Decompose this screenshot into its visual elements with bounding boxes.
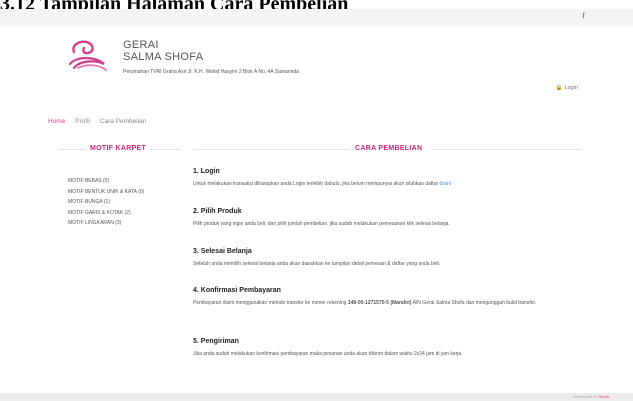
step-login: 1. Login Untuk melakukan transaksi dihar… (193, 168, 588, 189)
sidebar-title: MOTIF KARPET (90, 145, 147, 152)
main-nav: Home Profil Cara Pembelian (48, 118, 154, 125)
category-item-motif-garis-kotak[interactable]: Motif Garis & Kotak (2) (68, 210, 144, 221)
step-heading: 3. Selesai Belanja (193, 248, 252, 255)
footer-brand-link[interactable]: Shofa (599, 394, 609, 399)
nav-item-profil[interactable]: Profil (75, 118, 90, 125)
step-pilih-produk: 2. Pilih Produk Pilih produk yang ingin … (193, 208, 588, 229)
divider (150, 149, 180, 150)
step-text: Jika anda sudah melakukan konfirmasi pem… (193, 351, 463, 357)
divider (432, 149, 582, 150)
footer-credit-label: Developed by (572, 394, 599, 399)
step-text-after: A/N Gerai Salma Shofa dan mengunggah buk… (411, 300, 537, 306)
nav-item-cara-pembelian[interactable]: Cara Pembelian (100, 118, 147, 125)
step-text: Pembayaran disini menggunakan metode tra… (193, 299, 588, 308)
step-text-before: Pembayaran disini menggunakan metode tra… (193, 300, 348, 306)
category-item-motif-lingkaran[interactable]: Motif Lingkaran (3) (68, 220, 144, 231)
step-selesai-belanja: 3. Selesai Belanja Setelah anda memilih … (193, 248, 588, 269)
footer-credit: Developed by Shofa (573, 394, 609, 399)
category-item-motif-bunga[interactable]: Motif Bunga (1) (68, 199, 144, 210)
bank-account-number: 148-00-1271570-5 (Mandiri) (347, 300, 412, 306)
step-text: Pilih produk yang ingin anda beli, dan p… (193, 221, 450, 227)
category-list: Motif Bebas (0) Motif Bentuk Unik & Kata… (68, 178, 144, 231)
category-item-motif-bebas[interactable]: Motif Bebas (0) (68, 178, 144, 189)
step-heading: 1. Login (193, 168, 220, 175)
main-title: CARA PEMBELIAN (355, 145, 423, 152)
site-header: GERAI SALMA SHOFA Perumahan TVRI Graha A… (58, 35, 578, 95)
top-bar: f (0, 9, 633, 27)
category-item-motif-bentuk-unik[interactable]: Motif Bentuk Unik & Kata (0) (68, 189, 144, 200)
register-link[interactable]: disini (440, 181, 451, 187)
step-text-body: Untuk melakukan transaksi diharapkan and… (193, 181, 440, 187)
login-label: Login (564, 85, 578, 91)
facebook-icon[interactable]: f (582, 11, 585, 20)
divider (58, 149, 86, 150)
brand-line-2: SALMA SHOFA (123, 51, 204, 63)
lock-icon: 🔒 (555, 85, 563, 91)
step-konfirmasi-pembayaran: 4. Konfirmasi Pembayaran Pembayaran disi… (193, 287, 588, 308)
step-pengiriman: 5. Pengiriman Jika anda sudah melakukan … (193, 338, 588, 359)
nav-item-home[interactable]: Home (48, 118, 65, 125)
store-address: Perumahan TVRI Graha Asri Jl. K.H. Wahid… (123, 69, 299, 75)
logo-icon[interactable] (66, 38, 110, 74)
brand-line-1: GERAI (123, 39, 159, 51)
site-footer: Developed by Shofa (0, 393, 633, 401)
step-text: Untuk melakukan transaksi diharapkan and… (193, 180, 588, 189)
step-heading: 5. Pengiriman (193, 338, 239, 345)
step-heading: 2. Pilih Produk (193, 208, 242, 215)
step-text: Setelah anda memilih selesai belanja and… (193, 261, 441, 267)
divider (193, 149, 350, 150)
brand-name: GERAI SALMA SHOFA (123, 39, 203, 63)
login-link[interactable]: 🔒 Login (556, 85, 578, 91)
step-heading: 4. Konfirmasi Pembayaran (193, 287, 281, 294)
